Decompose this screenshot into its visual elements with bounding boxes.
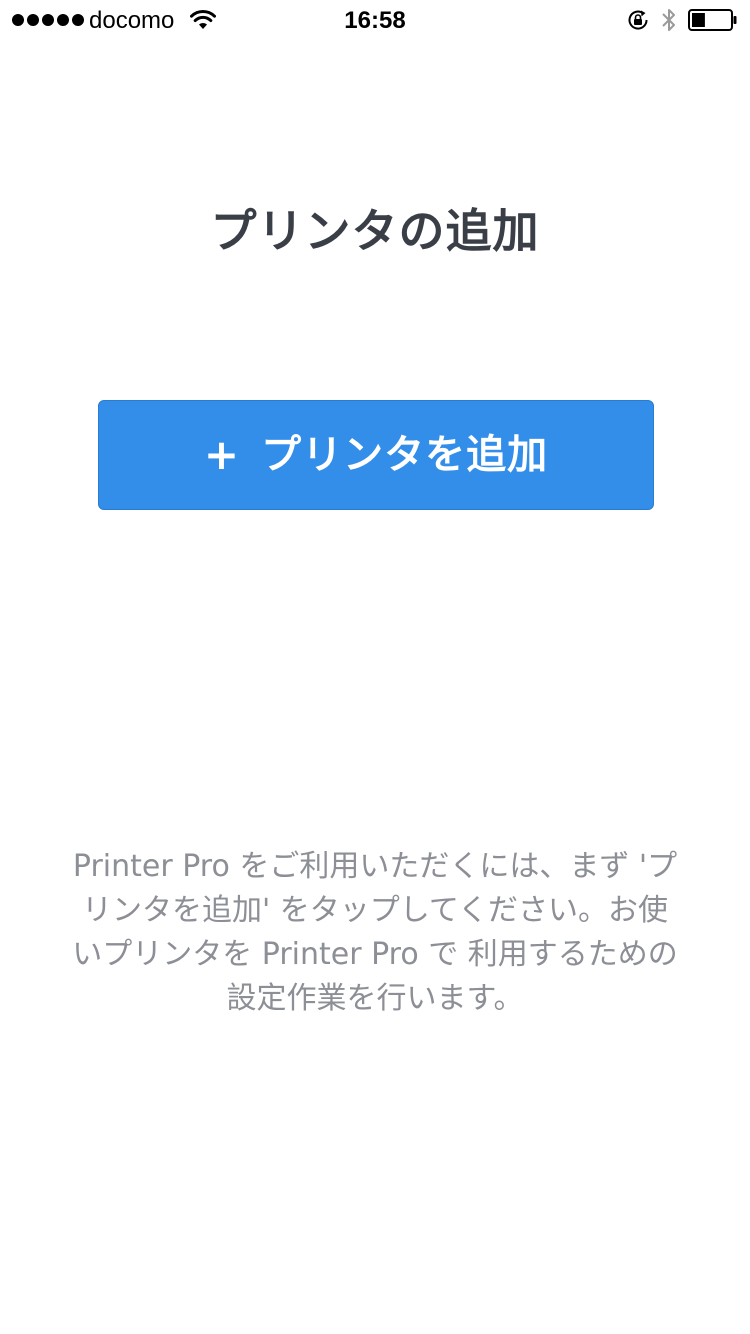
add-printer-button-label: プリンタを追加 — [261, 432, 549, 478]
rotation-lock-icon — [628, 10, 648, 30]
status-bar: docomo 16:58 — [0, 0, 750, 40]
plus-icon: + — [203, 430, 240, 479]
instructions-text: Printer Pro をご利用いただくには、まず 'プ リンタを追加' をタッ… — [30, 845, 720, 1021]
add-printer-button[interactable]: + プリンタを追加 — [98, 400, 654, 510]
instructions-line: Printer Pro をご利用いただくには、まず 'プ — [72, 849, 678, 884]
instructions-line: 設定作業を行います。 — [226, 981, 524, 1016]
instructions-line: リンタを追加' をタップしてください。お使 — [82, 893, 668, 928]
bluetooth-icon — [662, 9, 675, 31]
instructions-line: いプリンタを Printer Pro で 利用するための — [72, 937, 678, 972]
battery-icon — [688, 9, 737, 31]
page-title: プリンタの追加 — [210, 204, 540, 258]
